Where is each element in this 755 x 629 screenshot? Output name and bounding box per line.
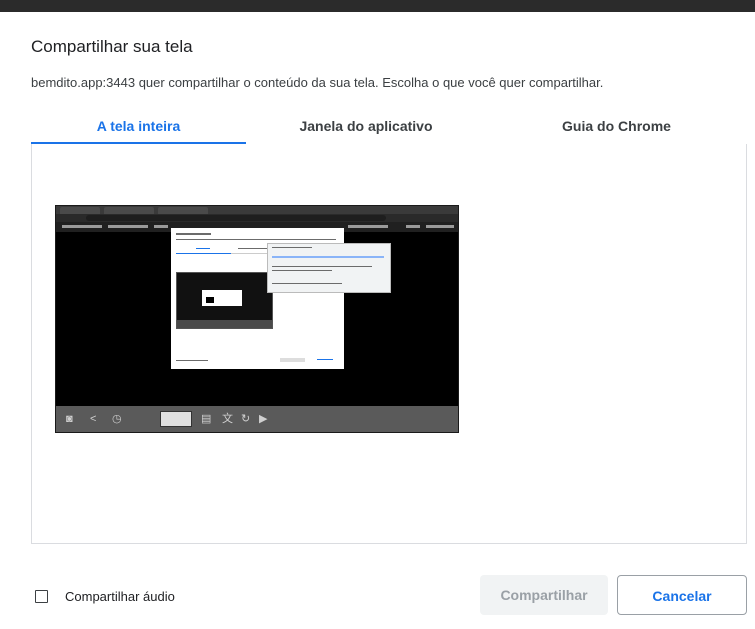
preview-mini-screen xyxy=(160,411,192,427)
dialog-subtitle: bemdito.app:3443 quer compartilhar o con… xyxy=(31,75,604,90)
share-icon: < xyxy=(90,413,97,425)
dialog-title: Compartilhar sua tela xyxy=(31,37,193,56)
preview-popup-window xyxy=(267,243,391,293)
camera-icon: ◙ xyxy=(66,413,73,425)
screen-preview-thumbnail[interactable]: ◙ < ◷ ▤ 文 ↻ ▶ xyxy=(55,205,459,433)
source-list-panel: ◙ < ◷ ▤ 文 ↻ ▶ xyxy=(31,144,747,544)
translate-icon: 文 xyxy=(222,413,233,425)
share-audio-label: Compartilhar áudio xyxy=(65,588,175,604)
tab-application-window[interactable]: Janela do aplicativo xyxy=(246,108,486,144)
timer-icon: ◷ xyxy=(112,413,122,425)
source-tabs: A tela inteira Janela do aplicativo Guia… xyxy=(31,108,747,145)
tab-chrome-tab[interactable]: Guia do Chrome xyxy=(486,108,747,144)
subtitles-icon: ▤ xyxy=(201,413,212,425)
window-top-bar xyxy=(0,0,755,12)
share-audio-checkbox[interactable]: Compartilhar áudio xyxy=(35,588,175,604)
preview-browser-tabbar xyxy=(56,206,458,214)
refresh-icon: ↻ xyxy=(241,413,251,425)
checkbox-box[interactable] xyxy=(35,589,48,603)
preview-omnibox xyxy=(86,215,386,221)
tab-entire-screen[interactable]: A tela inteira xyxy=(31,108,246,144)
play-icon: ▶ xyxy=(259,413,268,425)
share-button[interactable]: Compartilhar xyxy=(480,575,608,615)
cancel-button[interactable]: Cancelar xyxy=(617,575,747,615)
preview-nested-thumbnail xyxy=(176,272,273,329)
